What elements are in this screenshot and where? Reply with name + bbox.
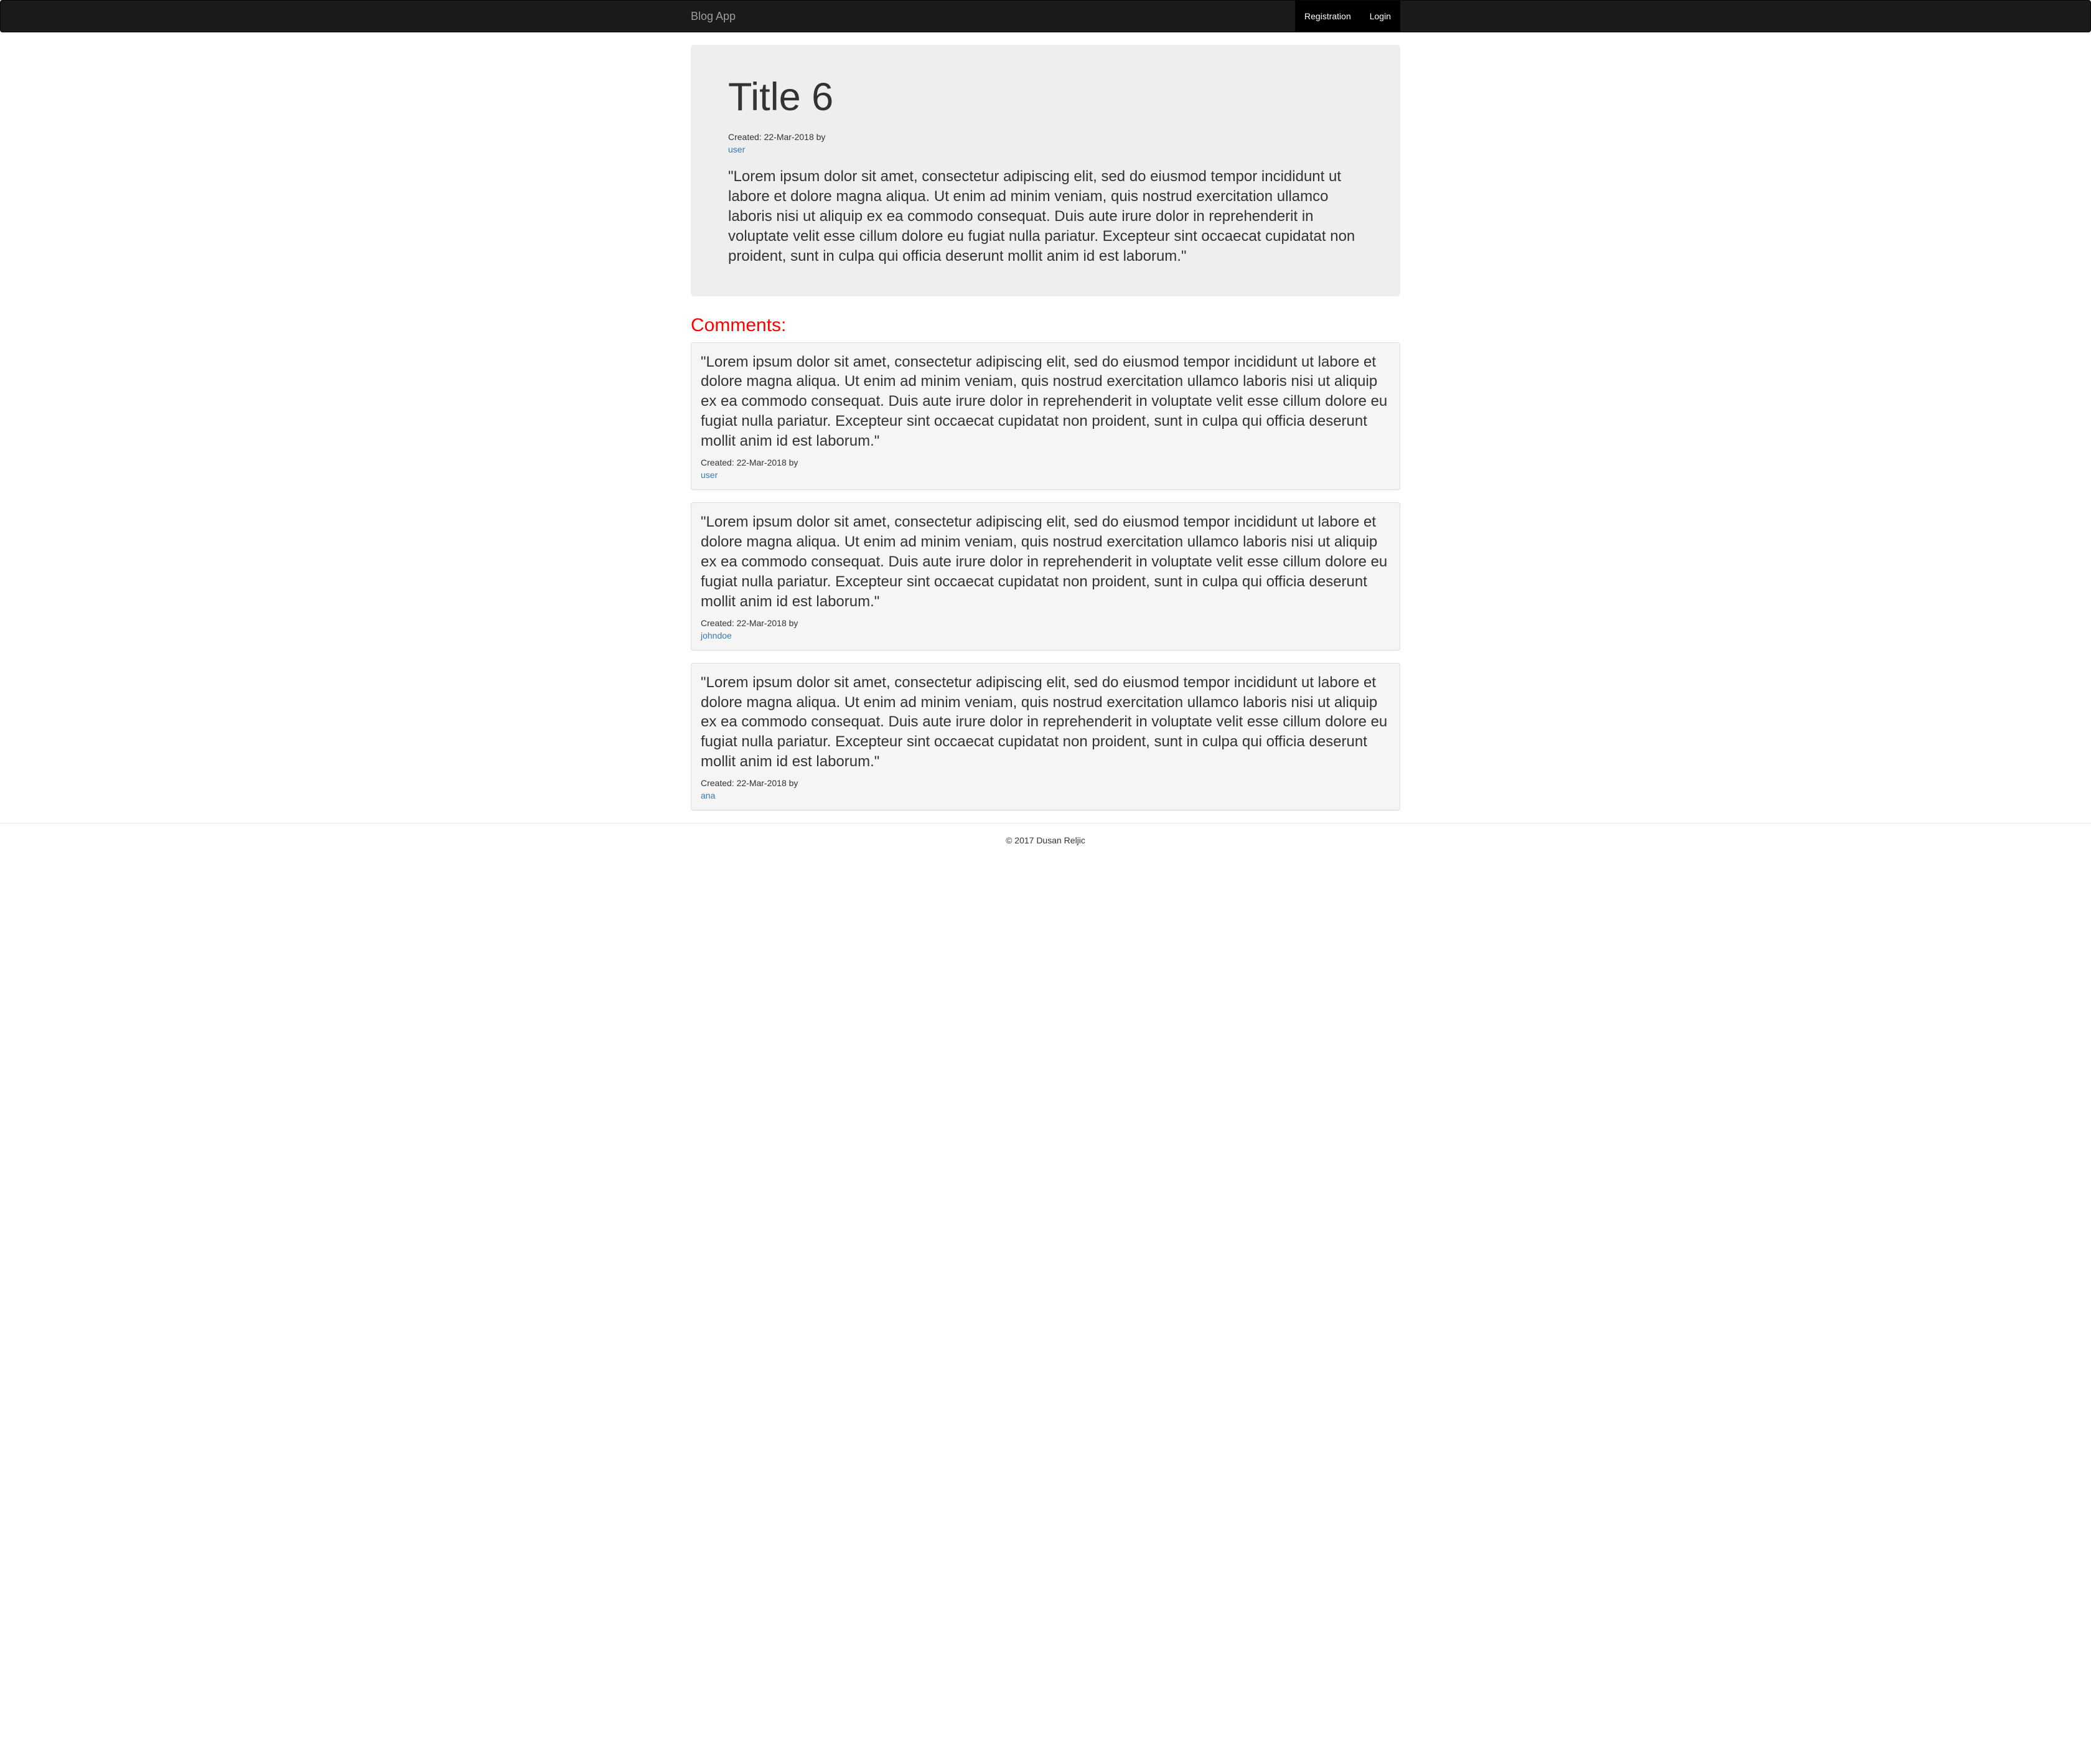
comment-body: "Lorem ipsum dolor sit amet, consectetur… <box>701 512 1390 612</box>
footer-text: © 2017 Dusan Reljic <box>1006 835 1085 845</box>
comment-author-link[interactable]: ana <box>701 791 715 800</box>
comment-panel: "Lorem ipsum dolor sit amet, consectetur… <box>691 342 1400 490</box>
comment-body: "Lorem ipsum dolor sit amet, consectetur… <box>701 352 1390 452</box>
login-link[interactable]: Login <box>1360 1 1400 32</box>
navbar: Blog App Registration Login <box>0 0 2091 32</box>
post-body: "Lorem ipsum dolor sit amet, consectetur… <box>728 167 1363 266</box>
comment-author-link[interactable]: user <box>701 470 718 480</box>
footer: © 2017 Dusan Reljic <box>0 823 2091 857</box>
registration-link[interactable]: Registration <box>1295 1 1360 32</box>
navbar-right: Registration Login <box>1295 1 1400 32</box>
comment-author-link[interactable]: johndoe <box>701 631 732 640</box>
post-title: Title 6 <box>728 75 1363 120</box>
comment-panel: "Lorem ipsum dolor sit amet, consectetur… <box>691 502 1400 650</box>
comment-meta: Created: 22-Mar-2018 by <box>701 457 1390 467</box>
post-author-link[interactable]: user <box>728 144 745 154</box>
comment-body: "Lorem ipsum dolor sit amet, consectetur… <box>701 673 1390 772</box>
post-meta: Created: 22-Mar-2018 by <box>728 132 1363 142</box>
main-container: Title 6 Created: 22-Mar-2018 by user "Lo… <box>681 45 1410 810</box>
post-jumbotron: Title 6 Created: 22-Mar-2018 by user "Lo… <box>691 45 1400 296</box>
comment-meta: Created: 22-Mar-2018 by <box>701 618 1390 628</box>
comments-heading: Comments: <box>691 315 1400 336</box>
comment-panel: "Lorem ipsum dolor sit amet, consectetur… <box>691 663 1400 811</box>
comment-meta: Created: 22-Mar-2018 by <box>701 778 1390 788</box>
brand-link[interactable]: Blog App <box>691 1 745 32</box>
